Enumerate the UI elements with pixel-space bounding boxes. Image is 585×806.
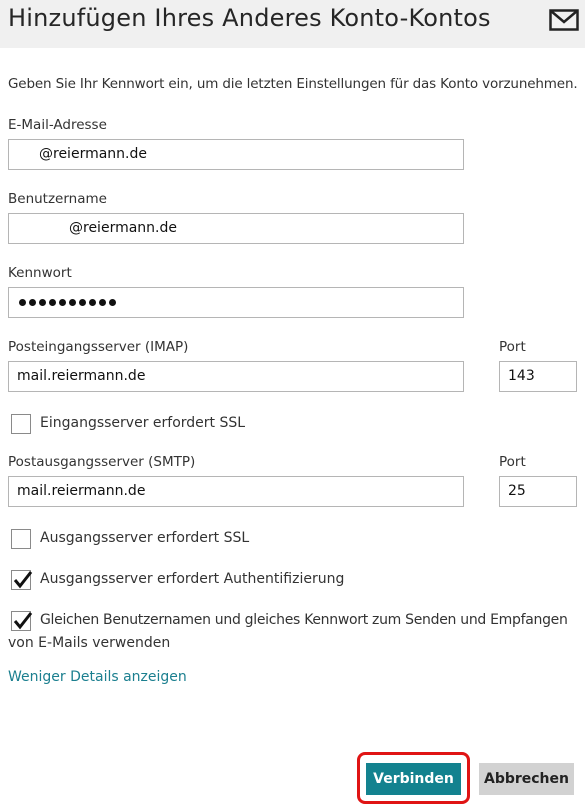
outgoing-port-value: 25	[508, 483, 526, 499]
password-label: Kennwort	[8, 265, 72, 281]
password-dot	[59, 298, 66, 306]
outgoing-ssl-label: Ausgangsserver erfordert SSL	[40, 530, 250, 546]
cancel-button[interactable]: Abbrechen	[479, 763, 574, 795]
mail-icon	[549, 9, 579, 31]
outgoing-ssl-checkbox[interactable]	[11, 529, 31, 549]
outgoing-server-label: Postausgangsserver (SMTP)	[8, 454, 196, 470]
email-value: @reiermann.de	[39, 146, 147, 162]
incoming-port-value: 143	[508, 368, 535, 384]
outgoing-auth-label: Ausgangsserver erfordert Authentifizieru…	[40, 571, 345, 587]
outgoing-server-field[interactable]: mail.reiermann.de	[8, 476, 464, 507]
add-account-dialog: Hinzufügen Ihres Anderes Konto-Kontos Ge…	[0, 0, 585, 806]
outgoing-port-label: Port	[499, 454, 526, 470]
password-mask	[19, 294, 119, 310]
incoming-server-field[interactable]: mail.reiermann.de	[8, 361, 464, 392]
password-dot	[29, 298, 36, 306]
less-details-link[interactable]: Weniger Details anzeigen	[8, 669, 187, 685]
username-value: @reiermann.de	[69, 220, 177, 236]
incoming-port-field[interactable]: 143	[499, 361, 577, 392]
outgoing-port-field[interactable]: 25	[499, 476, 577, 507]
connect-button[interactable]: Verbinden	[366, 763, 461, 795]
incoming-ssl-label: Eingangsserver erfordert SSL	[40, 415, 246, 431]
password-dot	[89, 298, 96, 306]
email-field[interactable]: @reiermann.de	[8, 139, 464, 170]
outgoing-server-value: mail.reiermann.de	[17, 483, 146, 499]
password-dot	[79, 298, 86, 306]
email-label: E-Mail-Adresse	[8, 117, 107, 133]
password-dot	[19, 298, 26, 306]
checkmark-icon	[13, 571, 33, 589]
checkmark-icon	[13, 612, 33, 630]
incoming-ssl-checkbox[interactable]	[11, 414, 31, 434]
same-credentials-label-line1: Gleichen Benutzernamen und gleiches Kenn…	[40, 612, 568, 628]
username-field[interactable]: @reiermann.de	[8, 213, 464, 244]
password-dot	[69, 298, 76, 306]
password-dot	[109, 298, 116, 306]
username-label: Benutzername	[8, 191, 107, 207]
incoming-port-label: Port	[499, 339, 526, 355]
password-dot	[99, 298, 106, 306]
incoming-server-value: mail.reiermann.de	[17, 368, 146, 384]
password-dot	[39, 298, 46, 306]
dialog-header: Hinzufügen Ihres Anderes Konto-Kontos	[0, 0, 585, 48]
same-credentials-checkbox[interactable]	[11, 611, 33, 631]
same-credentials-label-line2: von E-Mails verwenden	[8, 635, 171, 651]
password-field[interactable]	[8, 287, 464, 318]
outgoing-auth-checkbox[interactable]	[11, 570, 33, 590]
password-dot	[49, 298, 56, 306]
intro-text: Geben Sie Ihr Kennwort ein, um die letzt…	[8, 76, 578, 92]
incoming-server-label: Posteingangsserver (IMAP)	[8, 339, 189, 355]
page-title: Hinzufügen Ihres Anderes Konto-Kontos	[8, 4, 491, 32]
